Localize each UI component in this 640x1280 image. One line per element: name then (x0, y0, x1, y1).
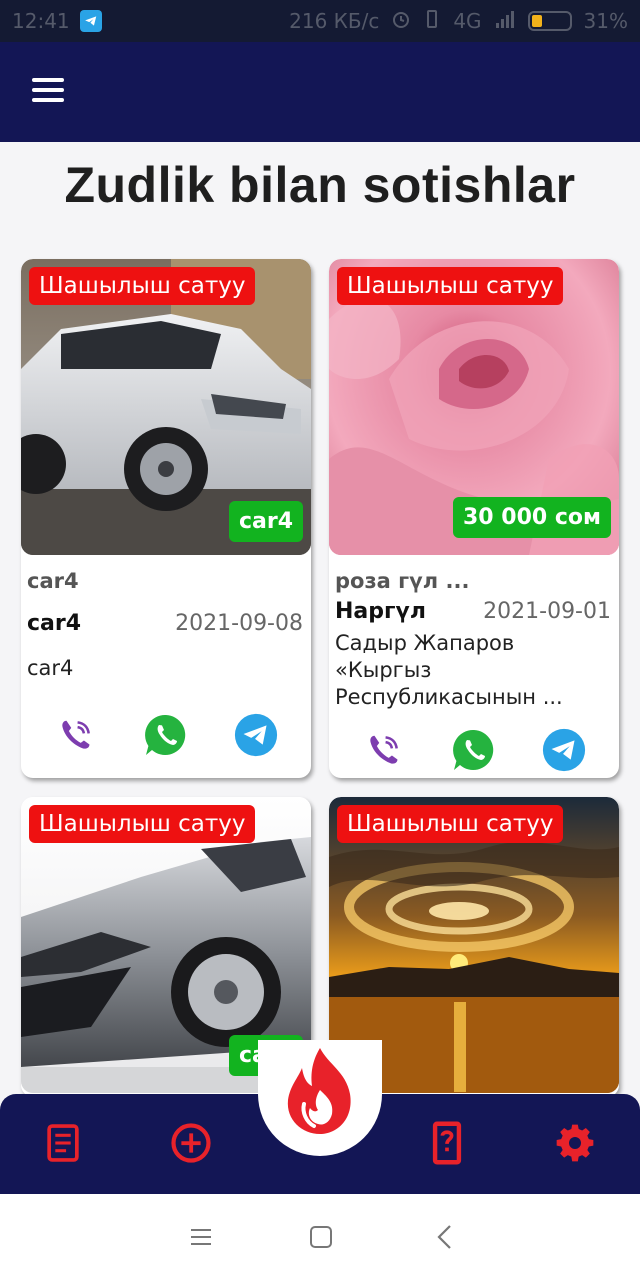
post-date: 2021-09-08 (175, 611, 303, 636)
recent-apps-icon[interactable] (186, 1222, 216, 1252)
telegram-notification-icon (79, 10, 102, 32)
list-icon[interactable] (40, 1120, 86, 1166)
status-time: 12:41 (12, 9, 70, 33)
product-card[interactable]: Шашылыш сатуу 30 000 сом роза гүл ... На… (329, 259, 619, 778)
urgent-sale-badge: Шашылыш сатуу (29, 805, 256, 843)
help-phone-icon[interactable] (424, 1120, 470, 1166)
contact-buttons (21, 711, 311, 759)
post-date: 2021-09-01 (483, 599, 611, 624)
back-icon[interactable] (430, 1222, 460, 1252)
product-description: Садыр Жапаров «Кыргыз Республикасынын ..… (335, 631, 563, 709)
page-title: Zudlik bilan sotishlar (64, 157, 576, 213)
status-network: 4G (453, 9, 482, 33)
viber-icon[interactable] (360, 726, 408, 774)
price-badge: 30 000 сом (453, 497, 611, 538)
add-circle-icon[interactable] (168, 1120, 214, 1166)
telegram-icon[interactable] (540, 726, 588, 774)
seller-name: car4 (27, 611, 82, 636)
status-speed: 216 КБ/с (289, 9, 380, 33)
urgent-sale-badge: Шашылыш сатуу (337, 805, 564, 843)
product-image[interactable]: Шашылыш сатуу 30 000 сом (329, 259, 619, 555)
whatsapp-icon[interactable] (142, 711, 190, 759)
seller-name: Наргүл (335, 599, 426, 624)
price-badge: car4 (228, 501, 303, 542)
urgent-sale-badge: Шашылыш сатуу (29, 267, 256, 305)
viber-icon[interactable] (52, 711, 100, 759)
alarm-icon (391, 9, 411, 34)
settings-icon[interactable] (552, 1120, 598, 1166)
product-title: car4 (27, 569, 79, 593)
urgent-sale-badge: Шашылыш сатуу (337, 267, 564, 305)
status-bar: 12:41 216 КБ/с 4G 31% (0, 0, 640, 42)
whatsapp-icon[interactable] (450, 726, 498, 774)
status-battery: 31% (583, 9, 628, 33)
hamburger-menu-icon[interactable] (32, 78, 68, 108)
home-icon[interactable] (306, 1222, 336, 1252)
app-bar (0, 42, 640, 142)
product-card[interactable]: Шашылыш сатуу car4 car4 car4 2021-09-08 … (21, 259, 311, 778)
vibrate-icon (423, 9, 441, 34)
product-image[interactable]: Шашылыш сатуу car4 (21, 259, 311, 555)
product-title: роза гүл ... (335, 569, 470, 593)
battery-icon (527, 11, 572, 31)
product-description: car4 (27, 656, 74, 680)
fire-icon[interactable] (280, 1046, 360, 1138)
contact-buttons (329, 726, 619, 774)
system-navigation-bar (0, 1194, 640, 1280)
signal-icon (494, 9, 516, 34)
telegram-icon[interactable] (232, 711, 280, 759)
